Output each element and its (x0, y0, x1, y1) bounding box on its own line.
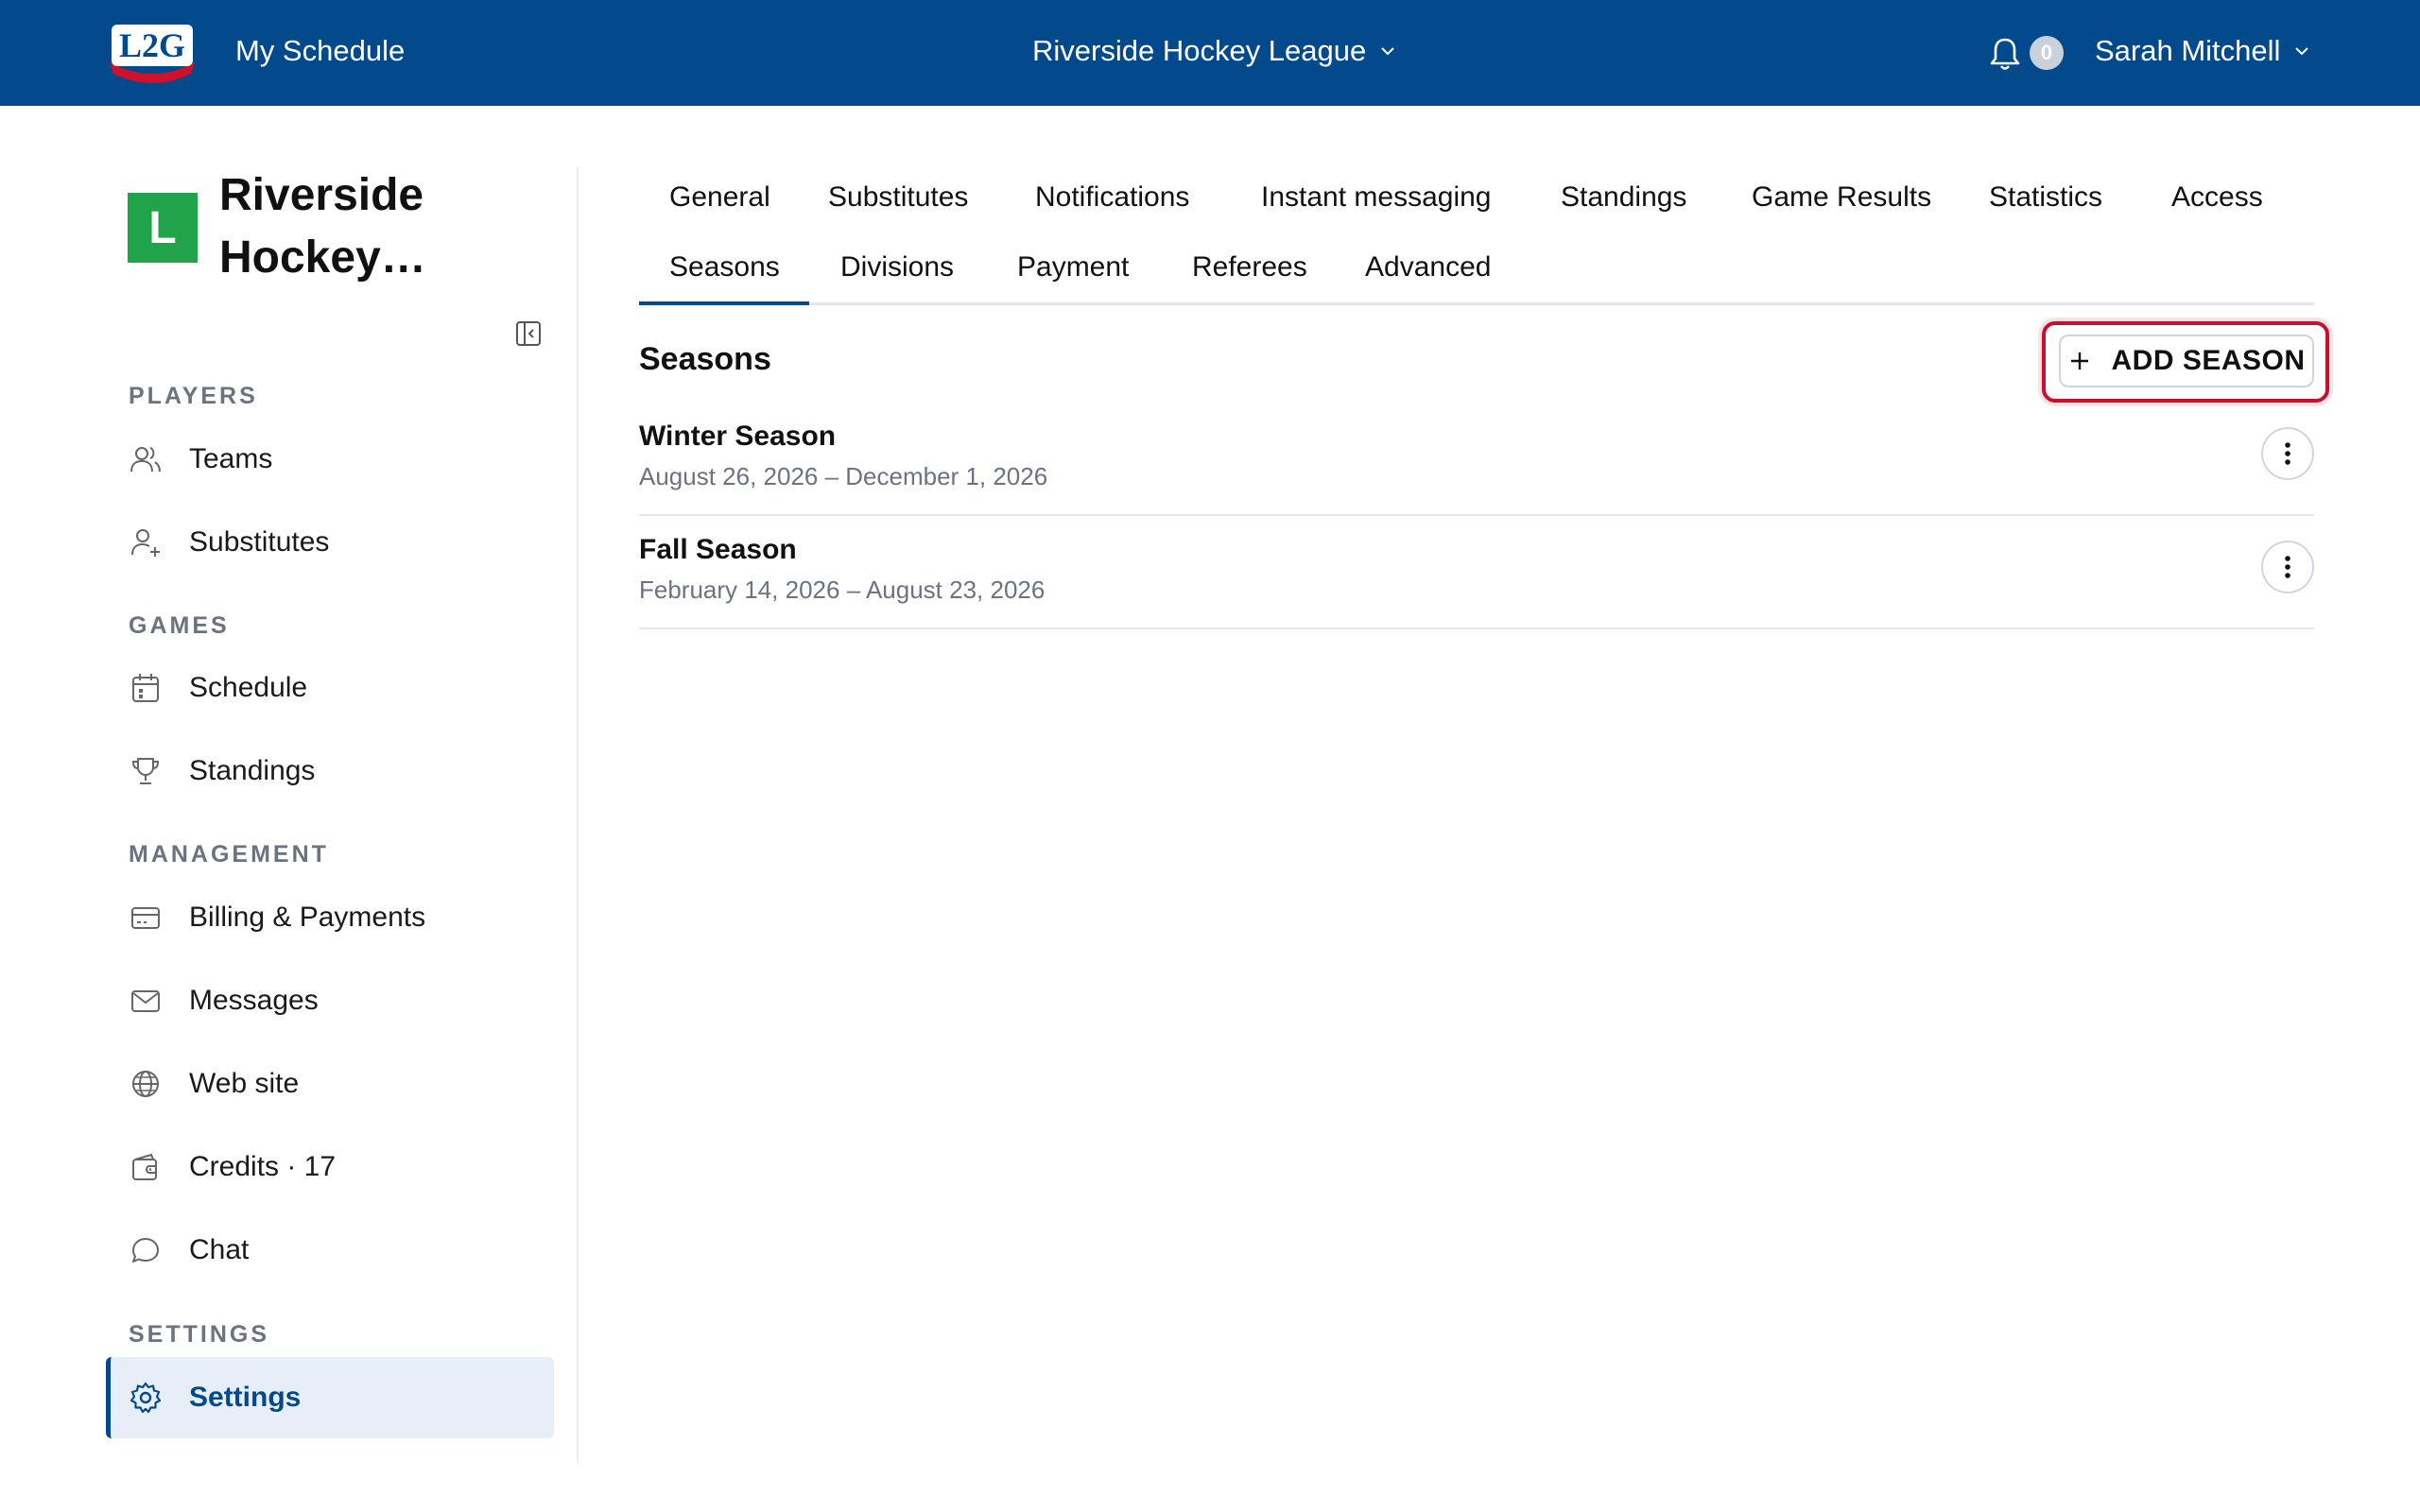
my-schedule-link[interactable]: My Schedule (235, 30, 405, 72)
chevron-down-icon (1381, 47, 1394, 56)
section-title-management: MANAGEMENT (129, 841, 329, 868)
sidebar-item-standings[interactable]: Standings (106, 730, 554, 812)
active-tab-indicator (639, 301, 809, 305)
user-plus-icon (131, 529, 160, 557)
l2g-logo[interactable]: L2G (106, 19, 199, 83)
sidebar-item-teams[interactable]: Teams (106, 419, 554, 500)
season-name: Fall Season (639, 534, 797, 565)
collapse-sidebar-icon[interactable] (514, 319, 543, 348)
gear-icon (130, 1382, 162, 1414)
tab-divisions[interactable]: Divisions (810, 249, 984, 286)
calendar-icon (132, 674, 159, 702)
sidebar-item-label: Standings (189, 755, 316, 786)
sidebar-item-chat[interactable]: Chat (106, 1210, 554, 1291)
season-dates: August 26, 2026 – December 1, 2026 (639, 462, 1048, 490)
tab-access[interactable]: Access (2141, 179, 2293, 216)
trophy-icon (131, 758, 160, 784)
top-navigation-bar: L2G My Schedule Riverside Hockey League … (0, 0, 2420, 106)
chevron-down-icon (2295, 47, 2309, 56)
mail-icon (131, 990, 160, 1012)
section-title-players: PLAYERS (129, 383, 258, 409)
sidebar-item-settings[interactable]: Settings (106, 1357, 554, 1438)
season-row[interactable]: Fall Season February 14, 2026 – August 2… (639, 516, 2314, 629)
league-selector[interactable]: Riverside Hockey League (1032, 30, 1396, 72)
sidebar-item-label: Web site (189, 1068, 300, 1099)
sidebar-divider (577, 166, 579, 1463)
wallet-icon (132, 1153, 157, 1180)
more-vertical-icon (2285, 556, 2290, 578)
tab-seasons[interactable]: Seasons (639, 249, 810, 286)
logo-text: L2G (119, 26, 185, 64)
page-title: Seasons (639, 341, 771, 377)
sidebar-item-label: Credits · 17 (189, 1151, 337, 1182)
add-season-label: ADD SEASON (2111, 345, 2306, 376)
user-name: Sarah Mitchell (2095, 34, 2281, 67)
tabs-baseline (639, 302, 2314, 305)
tab-payment[interactable]: Payment (987, 249, 1159, 286)
season-row[interactable]: Winter Season August 26, 2026 – December… (639, 403, 2314, 516)
org-logo: L (128, 193, 198, 263)
sidebar-item-label: Schedule (189, 672, 308, 703)
sidebar-item-credits[interactable]: Credits · 17 (106, 1126, 554, 1208)
sidebar-item-label: Messages (189, 985, 319, 1016)
sidebar-item-substitutes[interactable]: Substitutes (106, 502, 554, 583)
tab-advanced[interactable]: Advanced (1335, 249, 1521, 286)
bell-icon[interactable] (1989, 36, 2021, 72)
more-vertical-icon (2285, 442, 2290, 465)
season-name: Winter Season (639, 421, 837, 452)
tab-referees[interactable]: Referees (1162, 249, 1338, 286)
globe-icon (132, 1071, 159, 1097)
add-season-button[interactable]: ADD SEASON (2059, 335, 2314, 387)
section-title-settings: SETTINGS (129, 1321, 270, 1348)
tab-general[interactable]: General (639, 179, 801, 216)
user-menu[interactable]: Sarah Mitchell (2095, 30, 2310, 72)
notification-count-badge: 0 (2030, 36, 2064, 70)
tab-instant-messaging[interactable]: Instant messaging (1231, 179, 1521, 216)
sidebar-item-label: Billing & Payments (189, 902, 426, 933)
sidebar-item-label: Settings (189, 1382, 302, 1413)
sidebar-item-website[interactable]: Web site (106, 1043, 554, 1125)
sidebar-item-billing[interactable]: Billing & Payments (106, 877, 554, 958)
chat-bubble-icon (132, 1238, 159, 1263)
org-name: Riverside Hockey… (219, 170, 426, 283)
section-title-games: GAMES (129, 612, 230, 639)
league-name: Riverside Hockey League (1032, 34, 1367, 67)
users-icon (130, 447, 161, 472)
sidebar-item-label: Teams (189, 443, 273, 474)
season-dates: February 14, 2026 – August 23, 2026 (639, 576, 1046, 604)
tab-substitutes[interactable]: Substitutes (798, 179, 998, 216)
tab-statistics[interactable]: Statistics (1959, 179, 2133, 216)
sidebar-item-label: Substitutes (189, 526, 330, 558)
sidebar-item-schedule[interactable]: Schedule (106, 647, 554, 729)
sidebar-item-label: Chat (189, 1234, 250, 1265)
tab-notifications[interactable]: Notifications (1005, 179, 1219, 216)
plus-icon (2071, 352, 2089, 369)
credit-card-icon (131, 907, 160, 929)
tab-game-results[interactable]: Game Results (1721, 179, 1962, 216)
tab-standings[interactable]: Standings (1530, 179, 1717, 216)
season-more-options-button[interactable] (2261, 541, 2314, 593)
season-more-options-button[interactable] (2261, 427, 2314, 480)
sidebar-item-messages[interactable]: Messages (106, 960, 554, 1041)
